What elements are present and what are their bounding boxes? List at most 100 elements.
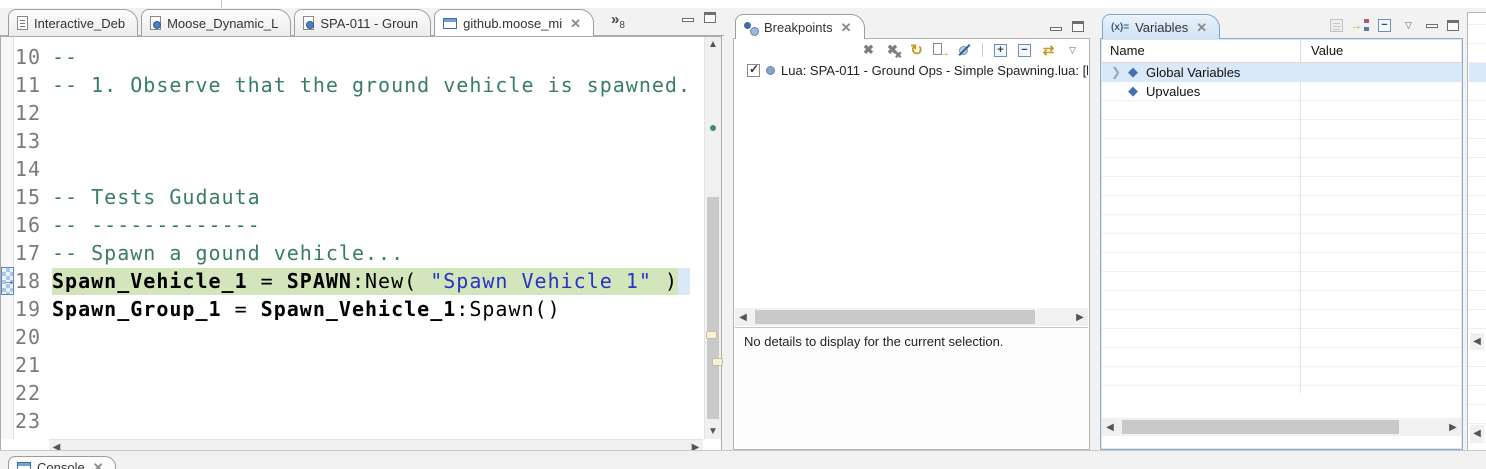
minimize-icon[interactable] — [1426, 24, 1438, 28]
breakpoint-entry[interactable]: Lua: SPA-011 - Ground Ops - Simple Spawn… — [735, 61, 1088, 80]
empty-grid-row — [1102, 329, 1461, 348]
scroll-right-arrow[interactable]: ▶ — [1072, 308, 1088, 326]
variables-row[interactable]: ❯◆Global Variables — [1102, 63, 1461, 82]
code-line: 13 — [15, 127, 703, 155]
expand-chevron-icon[interactable]: ❯ — [1108, 65, 1124, 79]
restore-view-handle[interactable] — [706, 331, 717, 339]
instruction-pointer-marker[interactable] — [1, 267, 14, 295]
code-text[interactable]: -- Tests Gudauta — [46, 184, 261, 211]
column-separator — [1300, 63, 1301, 393]
scroll-down-arrow[interactable]: ▼ — [705, 424, 721, 439]
collapse-all-icon[interactable]: − — [1376, 17, 1393, 34]
scroll-right-arrow[interactable]: ▶ — [1445, 418, 1461, 436]
variables-tab-bar: (x)= Variables ✕ →−▽ — [1100, 12, 1463, 38]
line-number: 16 — [15, 213, 46, 237]
variables-row[interactable]: ◆Upvalues — [1102, 82, 1461, 101]
ide-window: Interactive_Deb Moose_Dynamic_L SPA-011 … — [0, 0, 1486, 469]
code-lines: 10--11-- 1. Observe that the ground vehi… — [15, 37, 703, 439]
close-icon[interactable]: ✕ — [93, 461, 104, 469]
view-menu-icon[interactable]: ▽ — [1400, 17, 1417, 34]
empty-grid-row — [1102, 253, 1461, 272]
tab-label: Moose_Dynamic_L — [167, 16, 278, 31]
column-header-name[interactable]: Name — [1102, 40, 1300, 62]
tab-label: Breakpoints — [764, 20, 833, 35]
empty-grid-row — [1102, 310, 1461, 329]
variables-toolbar-icons: →−▽ — [1328, 17, 1417, 34]
close-icon[interactable]: ✕ — [1196, 21, 1207, 34]
variables-view: Name Value ❯◆Global Variables◆Upvalues ◀… — [1100, 38, 1463, 450]
empty-grid-row — [1102, 177, 1461, 196]
code-text[interactable]: -- Spawn a gound vehicle... — [46, 240, 404, 267]
window-icon — [443, 18, 457, 29]
column-header-value[interactable]: Value — [1300, 40, 1461, 62]
code-text[interactable]: -- 1. Observe that the ground vehicle is… — [46, 72, 691, 99]
restore-view-handle[interactable] — [712, 358, 723, 366]
collapse-all-icon[interactable]: − — [1016, 42, 1033, 59]
code-line: 23 — [15, 407, 703, 435]
minimize-icon[interactable] — [682, 18, 694, 22]
view-menu-icon[interactable]: ▽ — [1064, 42, 1081, 59]
tab-variables[interactable]: (x)= Variables ✕ — [1102, 14, 1220, 39]
variable-diamond-icon: ◆ — [1124, 83, 1142, 99]
close-icon[interactable]: ✕ — [570, 17, 581, 30]
maximize-icon[interactable] — [1072, 21, 1084, 32]
line-number: 18 — [15, 269, 46, 293]
code-text[interactable]: Spawn_Vehicle_1 = SPAWN:New( "Spawn Vehi… — [46, 268, 690, 295]
scroll-left-arrow[interactable]: ◀ — [1102, 418, 1118, 436]
tab-breakpoints[interactable]: Breakpoints ✕ — [735, 14, 865, 39]
maximize-icon[interactable] — [704, 12, 716, 23]
code-editor[interactable]: 10--11-- 1. Observe that the ground vehi… — [0, 36, 722, 455]
breakpoint-details-pane: No details to display for the current se… — [735, 327, 1088, 448]
code-text[interactable]: -- ------------- — [46, 212, 261, 239]
go-to-file-icon[interactable]: → — [932, 42, 949, 59]
annotation-ruler[interactable] — [1, 37, 14, 439]
line-number: 13 — [15, 129, 46, 153]
breakpoint-label: Lua: SPA-011 - Ground Ops - Simple Spawn… — [781, 63, 1088, 78]
empty-grid-row — [1102, 291, 1461, 310]
remove-breakpoint-icon[interactable]: ✖ — [860, 42, 877, 59]
minimize-icon[interactable] — [1050, 27, 1062, 31]
variables-horizontal-scrollbar[interactable]: ◀ ▶ — [1102, 418, 1461, 436]
breakpoints-horizontal-scrollbar[interactable]: ◀ ▶ — [735, 308, 1088, 326]
empty-grid-row — [1102, 158, 1461, 177]
code-line: 11-- 1. Observe that the ground vehicle … — [15, 71, 703, 99]
code-text[interactable] — [46, 153, 52, 185]
editor-window-buttons — [682, 12, 716, 23]
tab-overflow-chevron[interactable]: »8 — [611, 11, 625, 31]
console-icon — [17, 462, 31, 469]
code-line: 22 — [15, 379, 703, 407]
editor-vertical-scrollbar[interactable]: ▲ ▼ — [704, 37, 721, 439]
scroll-up-arrow[interactable]: ▲ — [705, 37, 721, 52]
skip-all-breakpoints-icon[interactable] — [956, 42, 973, 59]
code-text[interactable]: -- — [46, 44, 78, 71]
link-with-debug-icon[interactable]: ⇄ — [1040, 42, 1057, 59]
show-type-names-icon[interactable] — [1328, 17, 1345, 34]
empty-grid-row — [1102, 234, 1461, 253]
code-line: 19Spawn_Group_1 = Spawn_Vehicle_1:Spawn(… — [15, 295, 703, 323]
tab-github-moose[interactable]: github.moose_mi ✕ — [434, 9, 594, 36]
breakpoints-tab-bar: Breakpoints ✕ — [733, 12, 1090, 38]
code-text[interactable] — [46, 405, 52, 437]
line-number: 21 — [15, 353, 46, 377]
tab-moose-dynamic[interactable]: Moose_Dynamic_L — [141, 9, 291, 36]
tab-spa-011[interactable]: SPA-011 - Groun — [294, 9, 431, 36]
show-supported-breakpoints-icon[interactable]: ↻ — [908, 42, 925, 59]
show-logical-structure-icon[interactable]: → — [1352, 17, 1369, 34]
breakpoints-pane: Breakpoints ✕ ✖✖✖↻→+−⇄▽ Lua: SPA-011 - G… — [733, 12, 1090, 450]
line-number: 22 — [15, 381, 46, 405]
tab-console[interactable]: Console ✕ — [8, 456, 116, 469]
scrollbar-thumb[interactable] — [755, 310, 1035, 324]
expand-all-icon[interactable]: + — [992, 42, 1009, 59]
maximize-icon[interactable] — [1447, 20, 1459, 31]
scrollbar-thumb[interactable] — [707, 197, 719, 419]
scroll-left-arrow[interactable]: ◀ — [1470, 425, 1484, 442]
code-text[interactable]: Spawn_Group_1 = Spawn_Vehicle_1:Spawn() — [46, 296, 561, 323]
breakpoint-checkbox[interactable] — [747, 64, 760, 77]
scrollbar-thumb[interactable] — [1122, 420, 1399, 434]
close-icon[interactable]: ✕ — [841, 21, 852, 34]
remove-all-breakpoints-icon[interactable]: ✖✖ — [884, 42, 901, 59]
scroll-left-arrow[interactable]: ◀ — [1470, 333, 1484, 350]
scroll-left-arrow[interactable]: ◀ — [735, 308, 751, 326]
tab-interactive-deb[interactable]: Interactive_Deb — [8, 9, 138, 36]
editor-pane: Interactive_Deb Moose_Dynamic_L SPA-011 … — [0, 8, 724, 455]
